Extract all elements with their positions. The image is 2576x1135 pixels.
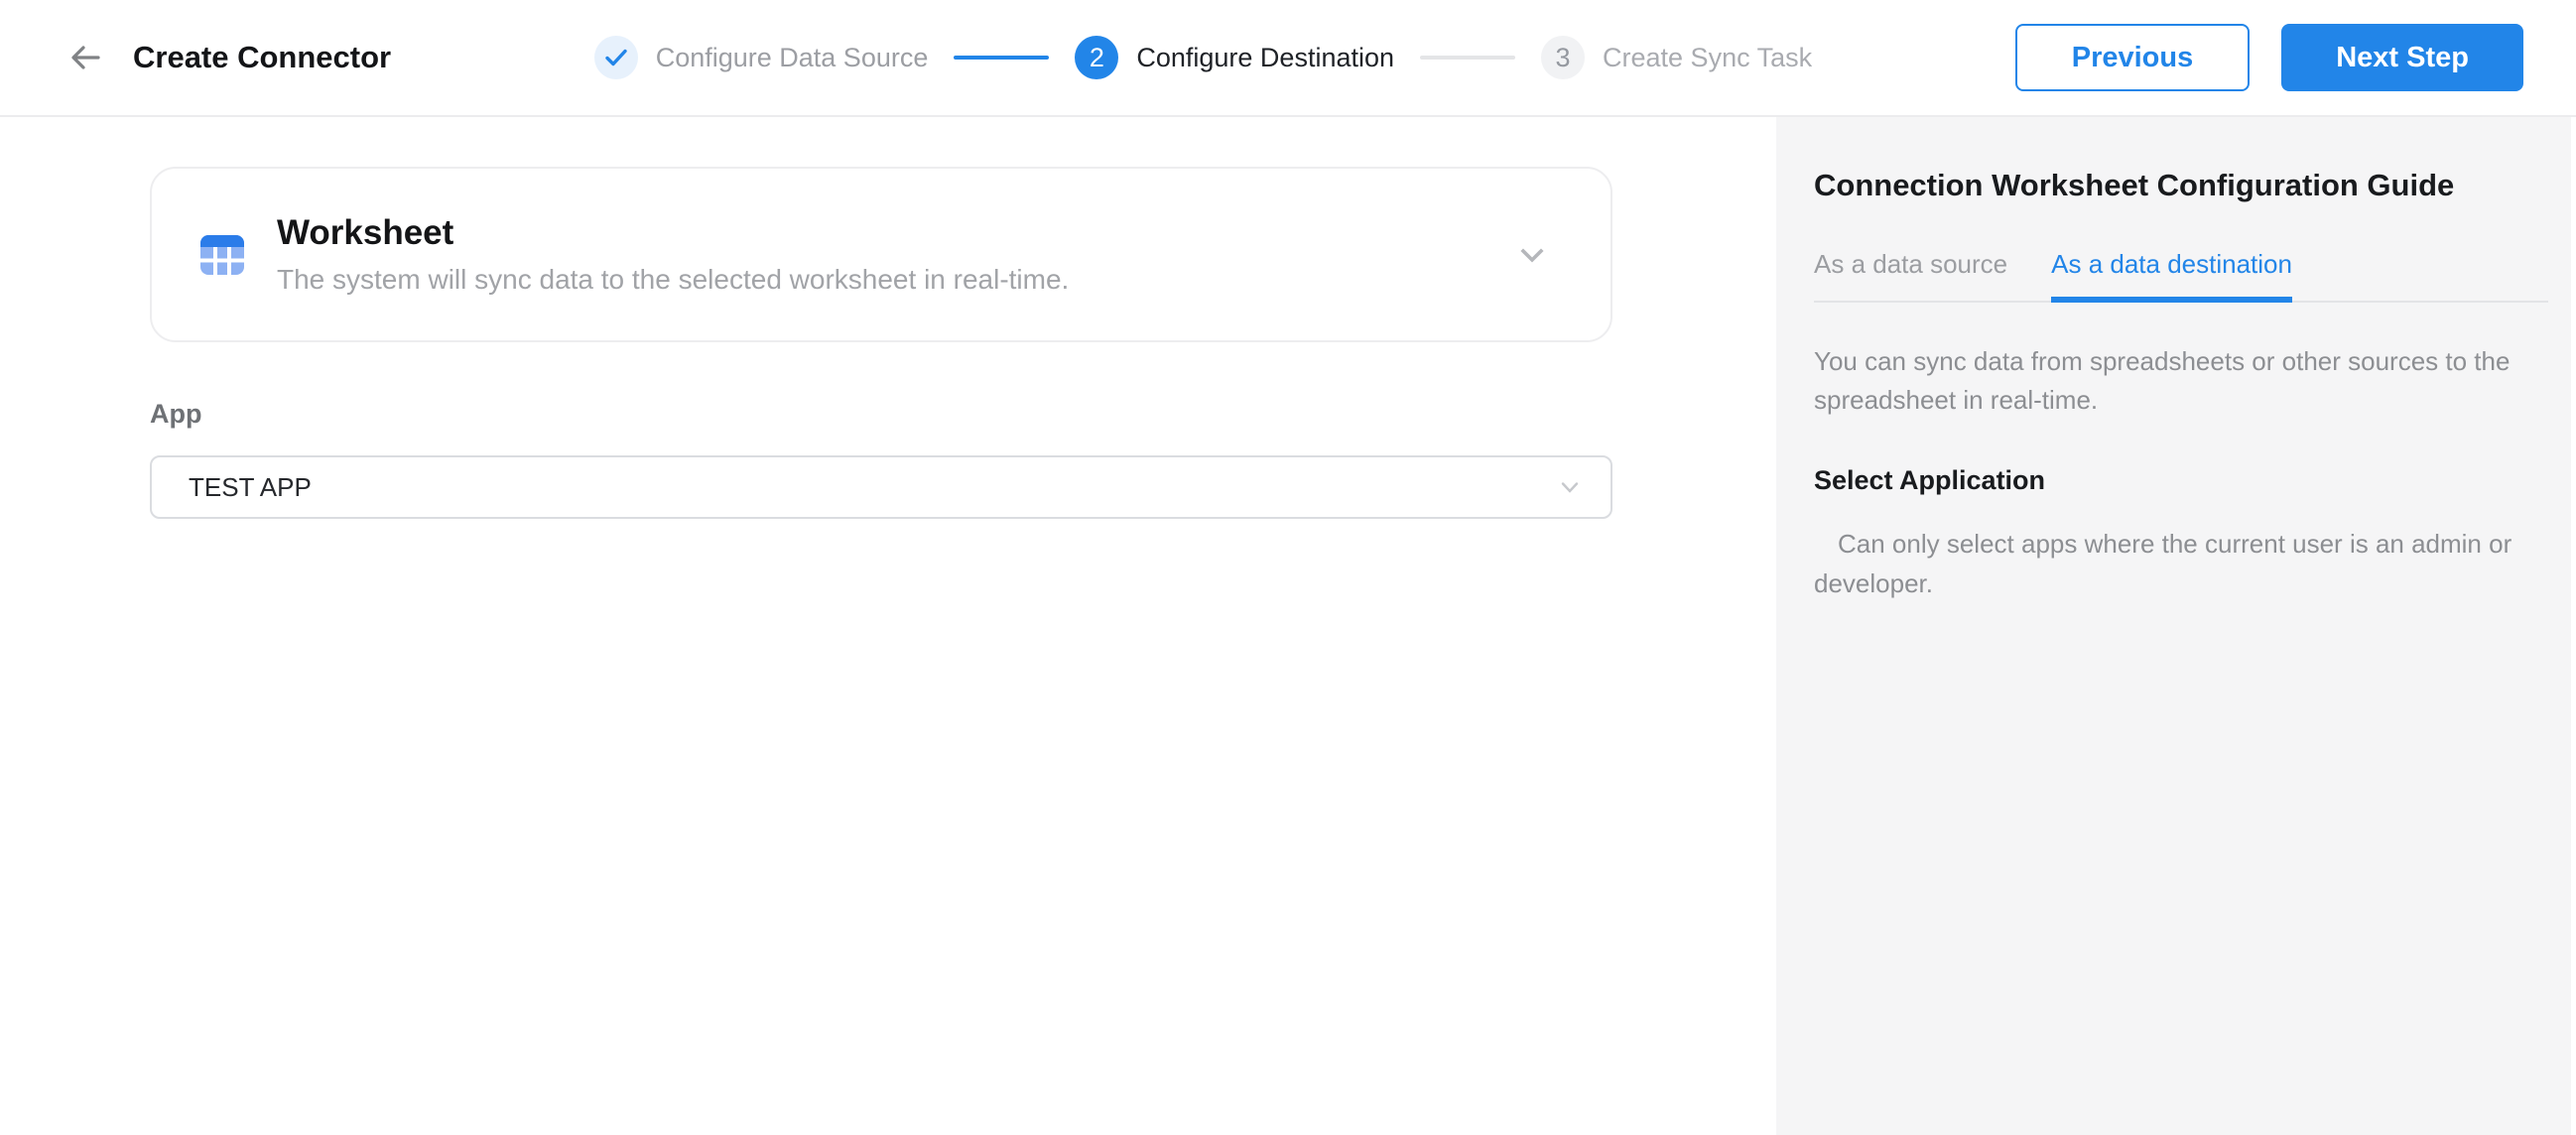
tab-as-data-destination[interactable]: As a data destination	[2051, 249, 2292, 301]
create-connector-page: Create Connector Configure Data Source 2…	[0, 0, 2576, 1135]
previous-button[interactable]: Previous	[2015, 24, 2251, 91]
worksheet-card-title: Worksheet	[277, 213, 1515, 253]
main-panel: Worksheet The system will sync data to t…	[0, 117, 1776, 1135]
content: Worksheet The system will sync data to t…	[0, 117, 2576, 1135]
step-connector-empty	[1420, 56, 1515, 60]
arrow-left-icon	[65, 38, 105, 77]
guide-intro-text: You can sync data from spreadsheets or o…	[1814, 342, 2548, 420]
step3-label: Create Sync Task	[1603, 43, 1812, 73]
step1-completed-circle	[594, 36, 638, 79]
app-select[interactable]: TEST APP	[150, 455, 1612, 519]
worksheet-card[interactable]: Worksheet The system will sync data to t…	[150, 167, 1612, 342]
guide-section-heading: Select Application	[1814, 465, 2548, 496]
topbar-actions: Previous Next Step	[2015, 24, 2523, 91]
step2-active-circle: 2	[1075, 36, 1118, 79]
scrollbar-track[interactable]	[2571, 117, 2576, 1135]
app-field-label: App	[150, 399, 1612, 430]
step-configure-data-source: Configure Data Source	[594, 36, 929, 79]
guide-tabs: As a data source As a data destination	[1814, 249, 2548, 303]
page-title: Create Connector	[133, 40, 391, 75]
tab-as-data-source[interactable]: As a data source	[1814, 249, 2007, 301]
next-step-button[interactable]: Next Step	[2281, 24, 2523, 91]
guide-section-body: Can only select apps where the current u…	[1814, 524, 2548, 603]
topbar-left: Create Connector	[64, 36, 391, 79]
check-icon	[603, 45, 629, 70]
guide-sidebar: Connection Worksheet Configuration Guide…	[1776, 117, 2576, 1135]
chevron-down-icon	[1515, 238, 1549, 272]
back-button[interactable]	[64, 36, 107, 79]
table-grid-icon	[199, 232, 245, 278]
step-connector-filled	[954, 56, 1049, 60]
app-field: App TEST APP	[150, 399, 1612, 519]
stepper: Configure Data Source 2 Configure Destin…	[391, 36, 2015, 79]
guide-title: Connection Worksheet Configuration Guide	[1814, 168, 2548, 203]
step1-label: Configure Data Source	[656, 43, 929, 73]
topbar: Create Connector Configure Data Source 2…	[0, 0, 2576, 117]
step2-label: Configure Destination	[1136, 43, 1394, 73]
step3-pending-circle: 3	[1541, 36, 1585, 79]
app-select-value: TEST APP	[189, 472, 312, 503]
step-configure-destination: 2 Configure Destination	[1075, 36, 1394, 79]
step-create-sync-task: 3 Create Sync Task	[1541, 36, 1812, 79]
worksheet-card-description: The system will sync data to the selecte…	[277, 264, 1515, 296]
chevron-down-icon	[1555, 472, 1585, 502]
worksheet-card-text: Worksheet The system will sync data to t…	[277, 213, 1515, 296]
